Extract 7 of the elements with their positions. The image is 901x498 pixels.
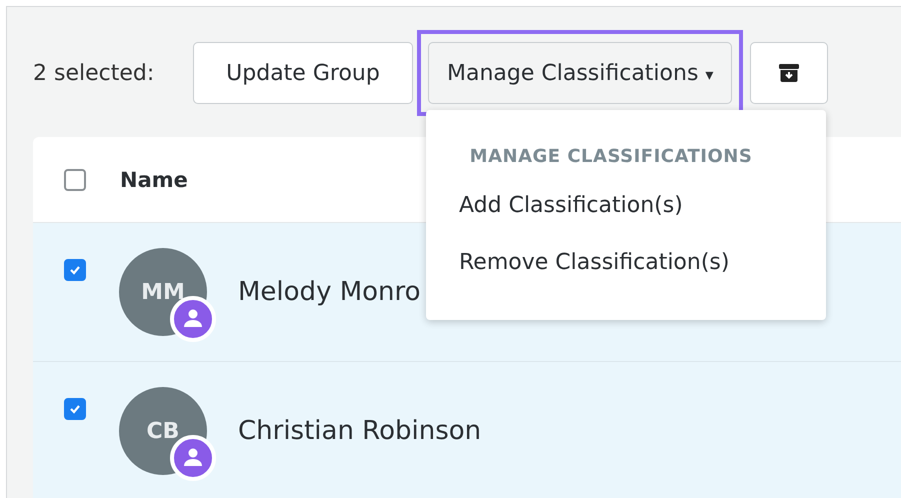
avatar-initials: CB xyxy=(146,418,180,444)
menu-header: MANAGE CLASSIFICATIONS xyxy=(470,146,752,167)
avatar-initials: MM xyxy=(141,280,185,304)
column-header: Name xyxy=(120,168,188,192)
selection-count: 2 selected: xyxy=(33,60,156,86)
person-name: Christian Robinson xyxy=(238,416,482,446)
person-name: Melody Monro xyxy=(238,277,421,307)
